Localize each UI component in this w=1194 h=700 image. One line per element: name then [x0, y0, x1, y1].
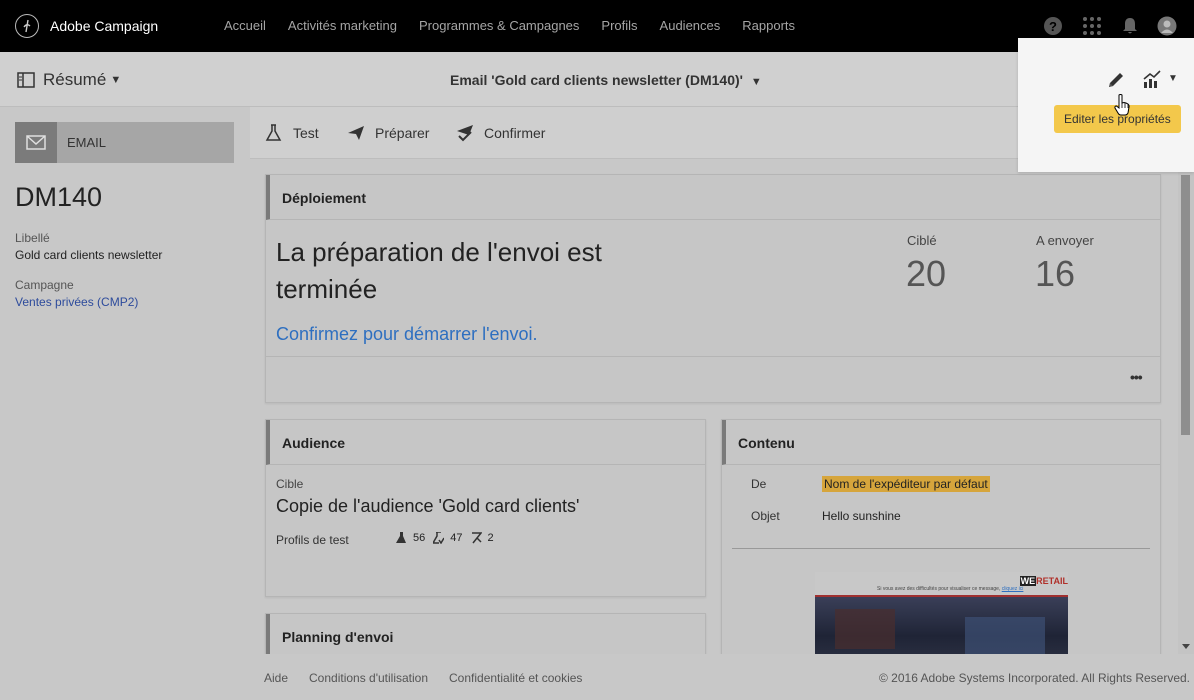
user-avatar-icon[interactable] [1157, 16, 1177, 36]
confirm-start-link[interactable]: Confirmez pour démarrer l'envoi. [276, 324, 538, 345]
status-line-1: La préparation de l'envoi est [276, 237, 602, 267]
confirmer-button[interactable]: Confirmer [456, 124, 545, 142]
email-channel-icon [15, 122, 57, 163]
count-flask-check: 47 [450, 532, 463, 544]
a-envoyer-label: A envoyer [1036, 233, 1094, 248]
footer-aide-link[interactable]: Aide [264, 671, 288, 685]
bell-icon[interactable] [1120, 16, 1140, 36]
pin-icon [471, 532, 482, 544]
resume-dropdown[interactable]: Résumé ▼ [17, 70, 121, 90]
chevron-down-icon: ▼ [110, 74, 122, 86]
footer-privacy-link[interactable]: Confidentialité et cookies [449, 671, 582, 685]
cible-count: 20 [906, 253, 947, 294]
main-scrollbar[interactable] [1178, 160, 1194, 654]
preview-click-link: cliquez ici [1001, 586, 1024, 592]
channel-tile: EMAIL [15, 122, 234, 163]
audience-card: Audience Cible Copie de l'audience 'Gold… [265, 419, 706, 597]
audience-cible-value[interactable]: Copie de l'audience 'Gold card clients' [276, 496, 580, 517]
delivery-code: DM140 [15, 182, 103, 212]
test-flask-icon [265, 124, 282, 141]
contenu-card: Contenu De Nom de l'expéditeur par défau… [721, 419, 1161, 679]
main-nav: Accueil Activités marketing Programmes &… [224, 18, 817, 33]
nav-audiences[interactable]: Audiences [660, 18, 721, 33]
confirm-send-icon [457, 125, 473, 142]
edit-pencil-icon[interactable] [1106, 70, 1126, 90]
card-divider [266, 356, 1160, 357]
scrollbar-thumb[interactable] [1181, 175, 1190, 435]
flask-check-icon [433, 532, 445, 544]
profils-test-label: Profils de test [276, 533, 349, 547]
nav-profils[interactable]: Profils [601, 18, 637, 33]
a-envoyer-count: 16 [1035, 253, 1076, 294]
hand-pointer-cursor-icon [1114, 94, 1130, 116]
audience-heading: Audience [266, 420, 705, 465]
nav-activites-marketing[interactable]: Activités marketing [288, 18, 397, 33]
properties-overlay-panel: ▼ Editer les propriétés [1018, 38, 1194, 172]
footer-copyright: © 2016 Adobe Systems Incorporated. All R… [879, 671, 1191, 685]
adobe-campaign-logo-icon[interactable] [15, 14, 39, 38]
content-divider [732, 548, 1150, 549]
resume-label: Résumé [43, 70, 107, 89]
planning-heading: Planning d'envoi [266, 614, 705, 659]
deploiement-heading: Déploiement [266, 175, 1160, 220]
top-navigation-bar: Adobe Campaign Accueil Activités marketi… [0, 0, 1194, 52]
page-title[interactable]: Email 'Gold card clients newsletter (DM1… [450, 72, 762, 88]
cible-label: Ciblé [907, 233, 937, 248]
deploiement-card: Déploiement La préparation de l'envoi es… [265, 174, 1161, 403]
libelle-value: Gold card clients newsletter [15, 248, 163, 262]
objet-label: Objet [751, 509, 780, 523]
nav-accueil[interactable]: Accueil [224, 18, 266, 33]
count-flask: 56 [413, 532, 426, 544]
brand-name[interactable]: Adobe Campaign [50, 18, 158, 34]
preview-notice: Si vous avez des difficultés pour visual… [877, 586, 1023, 592]
title-chevron-down-icon: ▼ [750, 76, 762, 88]
confirmer-label: Confirmer [484, 125, 546, 141]
svg-text:?: ? [1049, 19, 1057, 34]
preview-brand-a: WE [1019, 576, 1037, 586]
reports-chevron-down-icon[interactable]: ▼ [1168, 73, 1178, 84]
email-preview-thumbnail[interactable]: WERETAIL Si vous avez des difficultés po… [815, 572, 1068, 662]
preview-brand-b: RETAIL [1036, 576, 1068, 586]
scroll-down-arrow-icon[interactable] [1182, 644, 1190, 649]
de-label: De [751, 477, 767, 491]
page-header: Résumé ▼ Email 'Gold card clients newsle… [0, 52, 1194, 107]
test-button[interactable]: Test [265, 124, 319, 142]
more-options-icon[interactable]: ••• [1130, 369, 1143, 385]
test-label: Test [293, 125, 319, 141]
footer: Aide Conditions d'utilisation Confidenti… [250, 654, 1194, 700]
audience-cible-label: Cible [276, 477, 304, 491]
preview-hero-image [815, 597, 1068, 662]
channel-label: EMAIL [67, 135, 107, 150]
libelle-label: Libellé [15, 231, 50, 245]
send-paper-plane-icon [348, 126, 364, 140]
preparer-label: Préparer [375, 125, 430, 141]
nav-programmes-campagnes[interactable]: Programmes & Campagnes [419, 18, 579, 33]
page-title-text: Email 'Gold card clients newsletter (DM1… [450, 72, 743, 88]
objet-value[interactable]: Hello sunshine [822, 509, 901, 523]
reports-chart-icon[interactable] [1142, 69, 1162, 89]
footer-conditions-link[interactable]: Conditions d'utilisation [309, 671, 428, 685]
preparation-status-message: La préparation de l'envoi est terminée [276, 234, 602, 308]
contenu-heading: Contenu [722, 420, 1160, 465]
campagne-label: Campagne [15, 278, 74, 292]
nav-rapports[interactable]: Rapports [742, 18, 795, 33]
status-line-2: terminée [276, 274, 378, 304]
preparer-button[interactable]: Préparer [347, 124, 429, 142]
apps-grid-icon[interactable] [1082, 16, 1102, 36]
count-pin: 2 [487, 532, 494, 544]
help-icon[interactable]: ? [1043, 16, 1063, 36]
preview-hero-shape-1 [835, 609, 895, 649]
flask-icon [396, 532, 406, 543]
sender-name-highlight[interactable]: Nom de l'expéditeur par défaut [822, 476, 990, 492]
test-profile-counts: 56 47 2 [396, 532, 494, 544]
campagne-link[interactable]: Ventes privées (CMP2) [15, 295, 138, 309]
summary-view-icon [17, 72, 35, 88]
preview-notice-text: Si vous avez des difficultés pour visual… [877, 586, 1001, 592]
preview-brand-logo: WERETAIL [1019, 576, 1068, 586]
left-summary-panel: EMAIL DM140 Libellé Gold card clients ne… [0, 107, 250, 700]
